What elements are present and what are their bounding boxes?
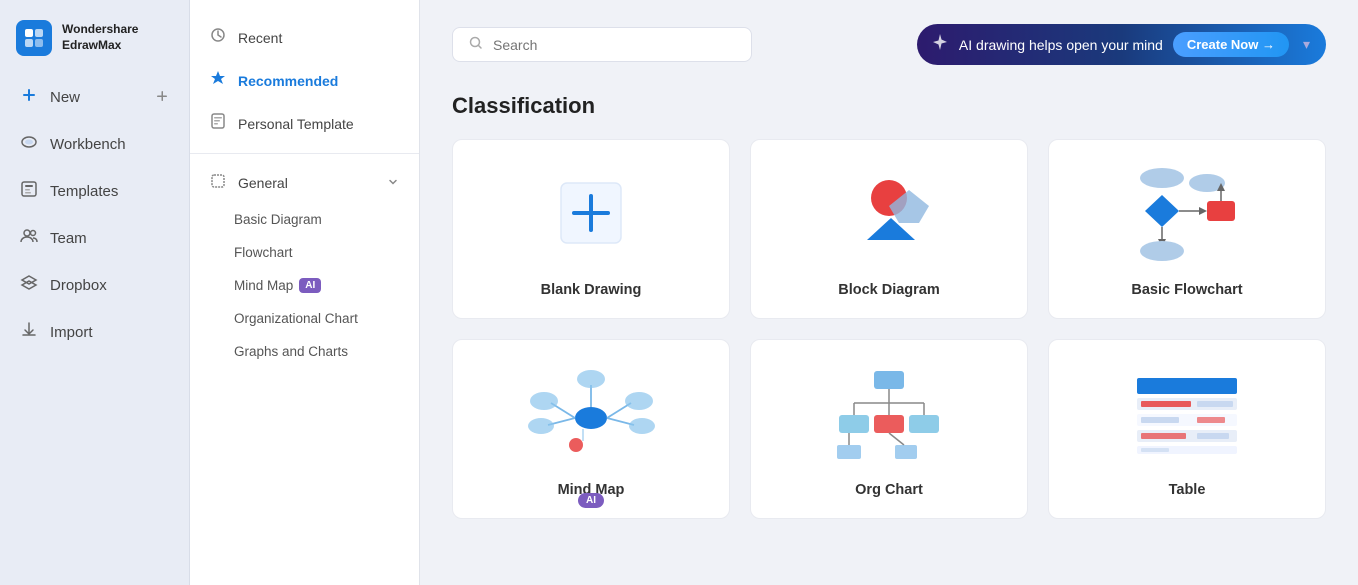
card-mind-map[interactable]: Mind Map AI [452, 339, 730, 519]
sub-mind-map[interactable]: Mind Map AI [190, 269, 419, 302]
search-box[interactable] [452, 27, 752, 62]
card-blank-drawing[interactable]: Blank Drawing [452, 139, 730, 319]
recent-icon [210, 27, 226, 48]
panel-divider [190, 153, 419, 154]
ai-sparkle-icon [931, 33, 949, 56]
search-input[interactable] [493, 37, 735, 53]
sidebar: Wondershare EdrawMax New Workbench Templ… [0, 0, 190, 585]
top-bar: AI drawing helps open your mind Create N… [452, 24, 1326, 65]
page-title: Classification [452, 93, 1326, 119]
recommended-icon [210, 70, 226, 91]
mid-item-personal[interactable]: Personal Template [190, 102, 419, 145]
card-table[interactable]: Table [1048, 339, 1326, 519]
logo-area: Wondershare EdrawMax [0, 12, 189, 76]
flowchart-image [1069, 160, 1305, 266]
sidebar-item-dropbox[interactable]: Dropbox [8, 264, 181, 307]
sidebar-item-import[interactable]: Import [8, 311, 181, 354]
sub-org-chart[interactable]: Organizational Chart [190, 302, 419, 335]
personal-template-icon [210, 113, 226, 134]
mid-item-recommended[interactable]: Recommended [190, 59, 419, 102]
sidebar-nav: New Workbench Templates Team [0, 76, 189, 354]
general-chevron-icon [387, 175, 399, 191]
general-section-header[interactable]: General [190, 162, 419, 203]
card-basic-flowchart[interactable]: Basic Flowchart [1048, 139, 1326, 319]
mind-map-card-ai-badge: AI [578, 493, 604, 508]
mind-map-image [473, 360, 709, 466]
ai-banner[interactable]: AI drawing helps open your mind Create N… [917, 24, 1326, 65]
sub-graphs[interactable]: Graphs and Charts [190, 335, 419, 368]
org-chart-image [771, 360, 1007, 466]
general-icon [210, 173, 226, 192]
dropbox-icon [20, 274, 38, 297]
search-icon [469, 36, 483, 53]
mid-item-recent[interactable]: Recent [190, 16, 419, 59]
app-logo-icon [16, 20, 52, 56]
create-now-button[interactable]: Create Now → [1173, 32, 1289, 57]
templates-icon [20, 180, 38, 203]
banner-dropdown-icon[interactable]: ▾ [1303, 36, 1310, 53]
import-icon [20, 321, 38, 344]
new-plus-icon[interactable] [155, 87, 169, 108]
sidebar-item-workbench[interactable]: Workbench [8, 123, 181, 166]
sidebar-item-templates[interactable]: Templates [8, 170, 181, 213]
sub-flowchart[interactable]: Flowchart [190, 236, 419, 269]
workbench-icon [20, 133, 38, 156]
block-diagram-image [771, 160, 1007, 266]
table-image [1069, 360, 1305, 466]
card-block-diagram[interactable]: Block Diagram [750, 139, 1028, 319]
cards-grid: Blank Drawing Block Diagram [452, 139, 1326, 519]
blank-drawing-image [473, 160, 709, 266]
app-name: Wondershare EdrawMax [62, 22, 138, 53]
mind-map-ai-badge: AI [299, 278, 321, 293]
middle-panel: Recent Recommended Personal Template Gen… [190, 0, 420, 585]
sub-basic-diagram[interactable]: Basic Diagram [190, 203, 419, 236]
card-org-chart[interactable]: Org Chart [750, 339, 1028, 519]
sidebar-item-team[interactable]: Team [8, 217, 181, 260]
main-content: AI drawing helps open your mind Create N… [420, 0, 1358, 585]
team-icon [20, 227, 38, 250]
sidebar-item-new[interactable]: New [8, 76, 181, 119]
new-icon [20, 86, 38, 109]
